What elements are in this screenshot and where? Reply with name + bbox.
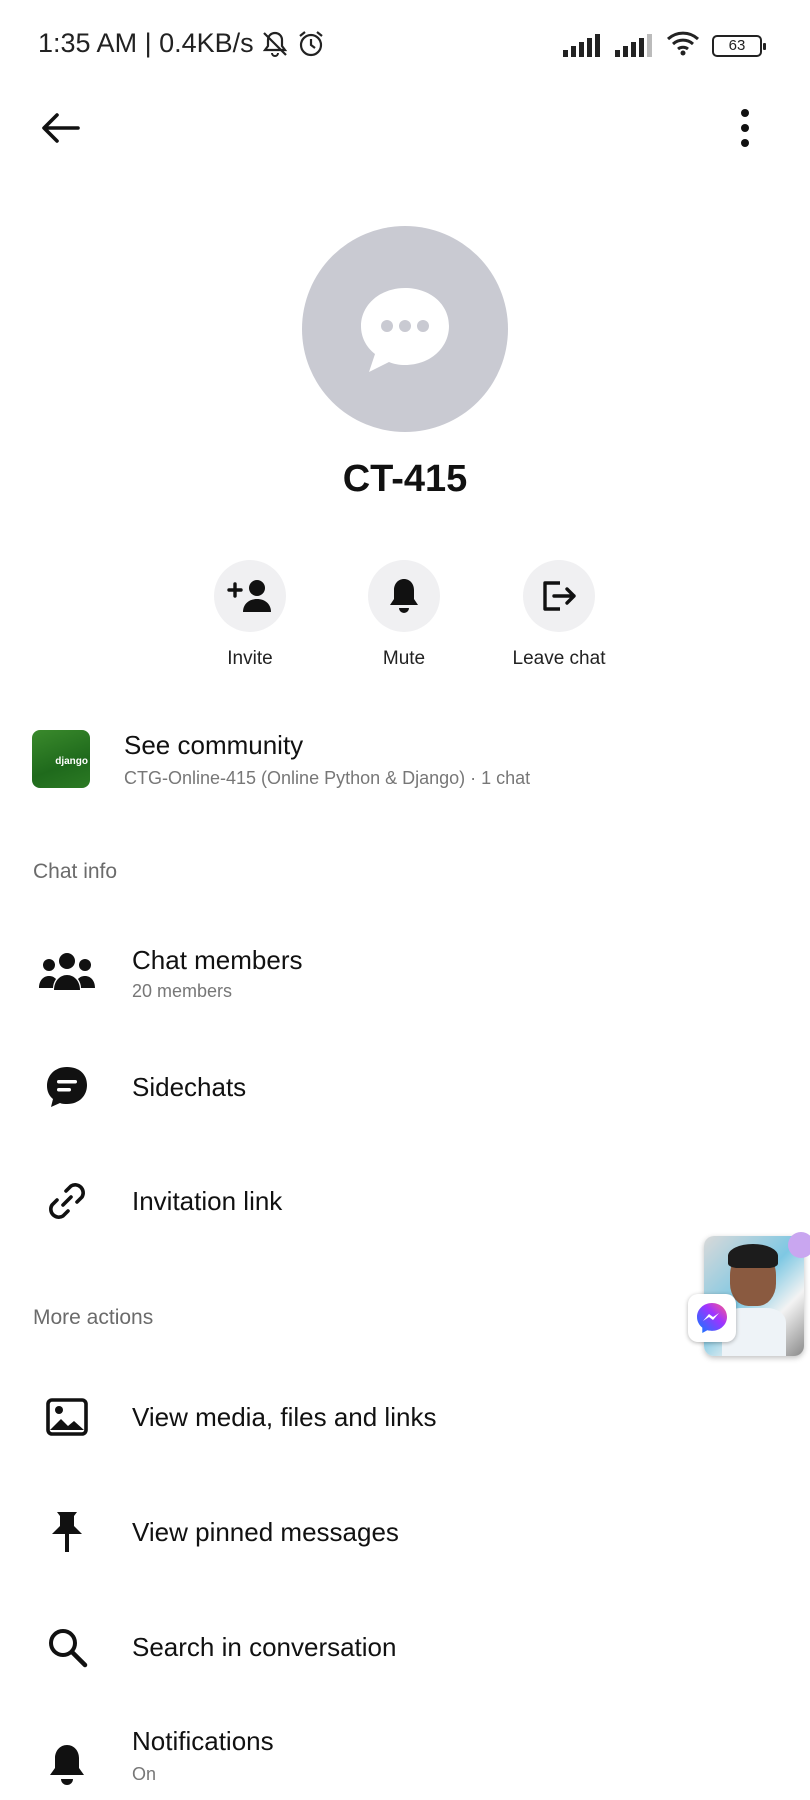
chat-head-indicator-dot (788, 1232, 810, 1258)
muted-bell-icon (260, 29, 290, 59)
invitation-link-title: Invitation link (132, 1186, 283, 1216)
pin-icon (38, 1503, 96, 1561)
invite-button[interactable]: Invite (175, 560, 325, 670)
chat-members-subtitle: 20 members (132, 981, 233, 1001)
sidechats-title: Sidechats (132, 1072, 247, 1102)
wifi-icon (666, 30, 700, 61)
chat-title: CT-415 (342, 458, 468, 500)
chat-bubble-icon (38, 1058, 96, 1116)
search-conversation-item[interactable]: Search in conversation (0, 1610, 700, 1690)
alarm-icon (296, 29, 326, 59)
see-community-row[interactable]: django See community CTG-Online-415 (Onl… (32, 726, 772, 792)
sidechats-item[interactable]: Sidechats (0, 1050, 700, 1130)
notifications-subtitle: On (132, 1764, 157, 1784)
signal-icon-2 (614, 33, 654, 58)
community-thumbnail: django (32, 730, 90, 788)
view-media-title: View media, files and links (132, 1402, 437, 1432)
battery-indicator: 63 (712, 34, 766, 57)
kebab-menu-icon (741, 109, 749, 147)
mute-circle[interactable] (368, 560, 440, 632)
status-bar: 1:35 AM | 0.4KB/s 63 (0, 0, 810, 90)
chat-info-header: Chat info (33, 860, 118, 883)
bell-icon (390, 579, 418, 613)
people-icon (38, 943, 96, 1001)
status-right: 63 (562, 30, 766, 61)
signal-icon (562, 33, 602, 58)
view-media-item[interactable]: View media, files and links (0, 1380, 700, 1460)
more-actions-header: More actions (33, 1306, 154, 1329)
invite-label: Invite (227, 648, 273, 669)
image-icon (38, 1388, 96, 1446)
view-pinned-item[interactable]: View pinned messages (0, 1495, 700, 1575)
bell-icon (38, 1736, 96, 1794)
community-thumb-text: django (55, 756, 88, 767)
notifications-title: Notifications (132, 1726, 274, 1756)
link-icon (38, 1172, 96, 1230)
leave-chat-label: Leave chat (512, 648, 606, 669)
mute-label: Mute (382, 648, 426, 669)
status-time: 1:35 AM | 0.4KB/s (38, 28, 254, 58)
invitation-link-item[interactable]: Invitation link (0, 1164, 700, 1244)
community-subtitle: CTG-Online-415 (Online Python & Django) … (124, 768, 531, 788)
add-person-icon (227, 580, 271, 612)
view-pinned-title: View pinned messages (132, 1517, 399, 1547)
leave-chat-button[interactable]: Leave chat (484, 560, 634, 670)
community-title: See community (124, 730, 304, 760)
leave-icon (543, 581, 576, 611)
search-icon (38, 1618, 96, 1676)
floating-chat-head[interactable] (688, 1232, 810, 1360)
more-options-button[interactable] (720, 100, 770, 156)
notifications-item[interactable]: Notifications On (0, 1722, 700, 1800)
messenger-icon (688, 1294, 736, 1342)
speech-bubble-icon (361, 288, 449, 372)
chat-members-item[interactable]: Chat members 20 members (0, 935, 700, 1015)
chat-members-title: Chat members (132, 945, 303, 975)
search-conversation-title: Search in conversation (132, 1632, 397, 1662)
leave-chat-circle[interactable] (523, 560, 595, 632)
status-left: 1:35 AM | 0.4KB/s (38, 28, 326, 59)
mute-button[interactable]: Mute (329, 560, 479, 670)
arrow-left-icon (42, 113, 80, 143)
back-button[interactable] (30, 100, 90, 156)
invite-circle[interactable] (214, 560, 286, 632)
group-avatar (302, 226, 508, 432)
